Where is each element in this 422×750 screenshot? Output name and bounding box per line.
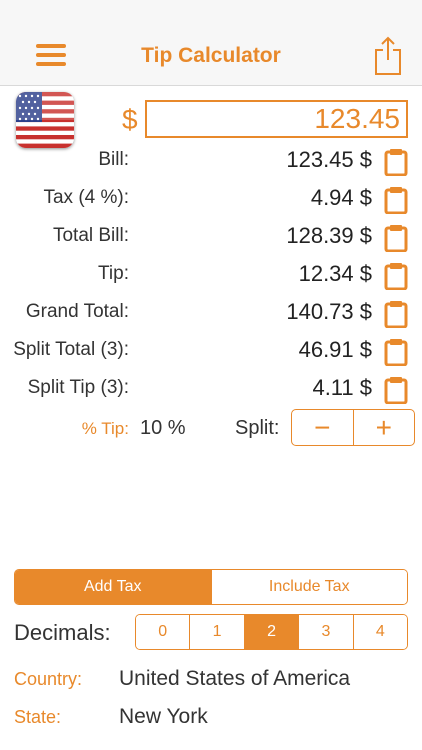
result-row-split-tip: Split Tip (3): 4.11 $ [0,373,422,404]
state-value[interactable]: New York [119,705,208,729]
include-tax-segment[interactable]: Include Tax [211,570,407,604]
clipboard-icon[interactable] [384,338,408,366]
split-label: Split: [235,417,280,439]
tax-mode-segmented-control: Add Tax Include Tax [14,569,408,605]
row-label: Split Tip (3): [27,377,129,398]
result-row-split-total: Split Total (3): 46.91 $ [0,335,422,366]
row-value: 128.39 $ [286,223,372,248]
row-label: Split Total (3): [13,339,129,360]
clipboard-icon[interactable] [384,148,408,176]
row-value: 4.94 $ [310,185,372,210]
row-label: Grand Total: [25,301,129,322]
tip-percent-value[interactable]: 10 % [140,417,186,440]
split-decrement-button[interactable]: − [292,410,354,445]
clipboard-icon[interactable] [384,262,408,290]
row-value: 4.11 $ [312,375,372,400]
decimals-option-4[interactable]: 4 [353,615,407,649]
decimals-option-1[interactable]: 1 [190,615,245,649]
decimals-option-3[interactable]: 3 [299,615,354,649]
result-row-total-bill: Total Bill: 128.39 $ [0,221,422,252]
decimals-option-2[interactable]: 2 [244,615,300,649]
result-row-bill: Bill: 123.45 $ [0,145,422,176]
state-label: State: [14,707,62,727]
tip-percent-label: % Tip: [81,419,129,438]
bill-amount-input[interactable]: 123.45 [145,100,408,138]
clipboard-icon[interactable] [384,224,408,252]
clipboard-icon[interactable] [384,186,408,214]
row-label: Tax (4 %): [43,187,129,208]
decimals-label: Decimals: [14,620,111,645]
add-tax-segment[interactable]: Add Tax [15,570,212,604]
share-icon[interactable] [374,36,402,76]
row-value: 140.73 $ [286,299,372,324]
row-label: Bill: [98,149,129,170]
row-value: 12.34 $ [298,261,372,286]
result-row-tax: Tax (4 %): 4.94 $ [0,183,422,214]
result-row-tip: Tip: 12.34 $ [0,259,422,290]
split-stepper: − + [291,409,415,446]
clipboard-icon[interactable] [384,376,408,404]
country-label: Country: [14,669,83,689]
navigation-bar: Tip Calculator [0,0,422,86]
decimals-option-0[interactable]: 0 [136,615,191,649]
country-value[interactable]: United States of America [119,667,350,691]
us-flag-icon[interactable] [16,92,74,148]
split-increment-button[interactable]: + [354,410,415,445]
currency-symbol: $ [122,104,138,135]
row-label: Tip: [98,263,129,284]
row-value: 46.91 $ [298,337,372,362]
clipboard-icon[interactable] [384,300,408,328]
row-label: Total Bill: [52,225,129,246]
result-row-grand-total: Grand Total: 140.73 $ [0,297,422,328]
page-title: Tip Calculator [141,44,281,67]
decimals-segmented-control: 0 1 2 3 4 [135,614,408,650]
row-value: 123.45 $ [286,147,372,172]
